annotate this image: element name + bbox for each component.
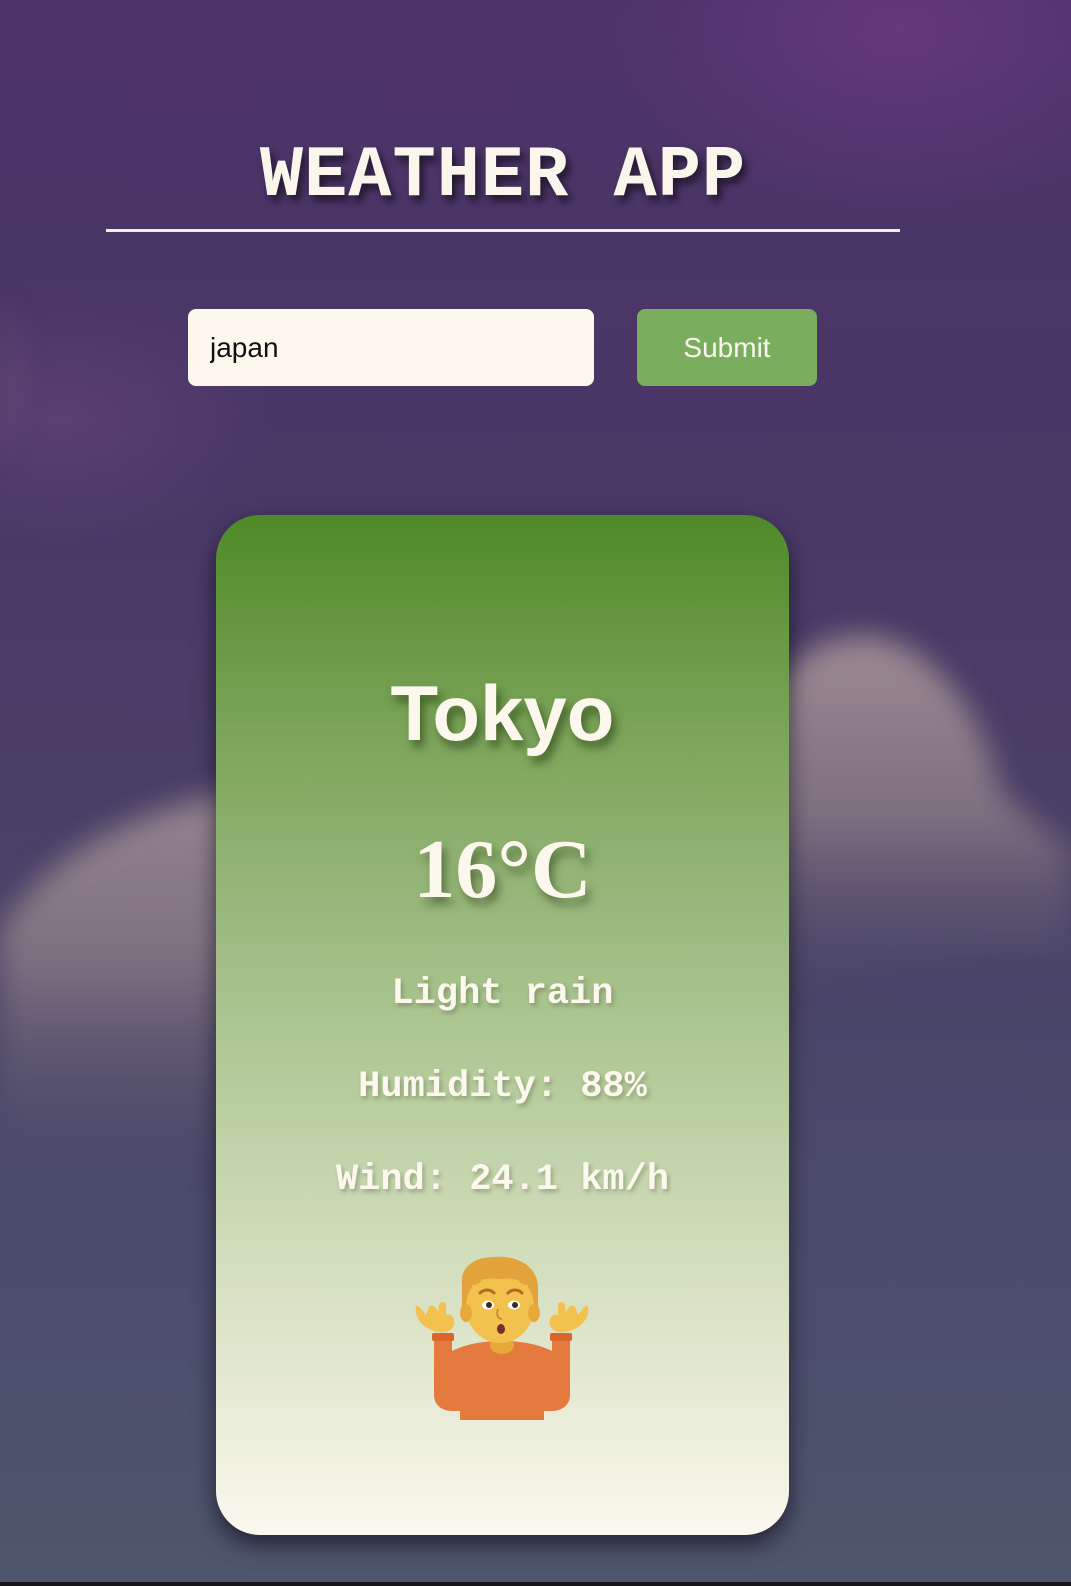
title-divider bbox=[106, 229, 900, 232]
weather-card: Tokyo 16°C Light rain Humidity: 88% Wind… bbox=[216, 515, 789, 1535]
city-name: Tokyo bbox=[390, 669, 615, 757]
wind-reading: Wind: 24.1 km/h bbox=[335, 1159, 670, 1201]
humidity-reading: Humidity: 88% bbox=[358, 1066, 647, 1108]
temperature: 16°C bbox=[413, 823, 592, 916]
city-search-input[interactable] bbox=[188, 309, 594, 386]
weather-description: Light rain bbox=[391, 973, 614, 1015]
submit-button[interactable]: Submit bbox=[637, 309, 817, 386]
person-shrugging-icon bbox=[415, 1256, 589, 1420]
page-bottom-edge bbox=[0, 1582, 1071, 1586]
page-title: WEATHER APP bbox=[259, 135, 747, 217]
